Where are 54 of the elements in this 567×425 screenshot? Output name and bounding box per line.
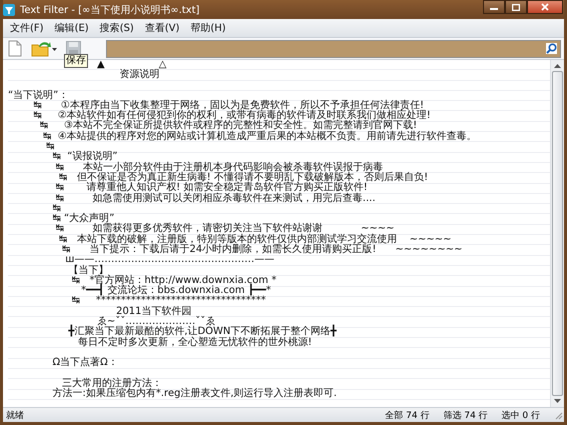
text-line: ↹ 如需获得更多优秀软件，请密切关注当下软件站谢谢 ~~~~ — [54, 224, 394, 234]
maximize-icon — [512, 4, 520, 10]
text-line: ↹ 本站下载的破解，注册版，特别等版本的软件仅供内部测试学习交流使用 ~~~~~ — [58, 234, 452, 245]
maximize-button[interactable] — [505, 0, 527, 14]
text-line: ↹ ********************************** — [70, 296, 266, 306]
text-line: 资源说明 — [118, 70, 160, 80]
text-line: ↹ “大众声明” — [52, 214, 114, 224]
text-line: 三大常用的注册方法： — [62, 378, 162, 389]
text-line: ↹ 但不保证是否为真正新生病毒! 不懂得请不要明乱下载破解版本，否则后果自负! — [58, 172, 428, 183]
text-line: 【当下】 — [67, 266, 108, 276]
text-line: Ω当下点著Ω： — [52, 358, 118, 368]
text-line: *━━┫ 交流论坛：bbs.downxia.com ┣━━* — [80, 286, 272, 296]
text-line: ↹ — [45, 142, 55, 152]
search-field[interactable] — [106, 40, 561, 58]
text-line: ╋汇聚当下最新最酷的软件,让DOWN下不断拓展于整个网络╋ — [67, 327, 337, 338]
filtered-count: 筛选 74 行 — [443, 410, 488, 422]
funnel-icon — [3, 4, 15, 16]
menu-item[interactable]: 文件(F) — [6, 19, 48, 37]
text-line: ▲ △ — [96, 60, 166, 70]
menu-item[interactable]: 编辑(E) — [50, 19, 93, 37]
text-line: ↹ ④本站提供的程序对您的网站或计算机造成严重后果的本站概不负责。用前请先进行软件查毒。 — [42, 132, 477, 142]
text-line: ↹ *官方网站：http://www.downxia.com * — [70, 276, 276, 286]
text-line: ↹ “误报说明” — [52, 152, 118, 162]
text-line: ↹ 本站一小部分软件由于注册机本身代码影响会被杀毒软件误报于病毒 — [54, 162, 384, 173]
window-title: Text Filter - [∞当下使用小说明书∞.txt] — [20, 4, 201, 16]
text-line: ↹ ①本程序由当下收集整理于网络，固以为是免费软件，所以不予承担任何法律责任! — [32, 100, 424, 111]
selected-count: 选中 0 行 — [502, 410, 540, 422]
down-arrow-icon — [554, 399, 561, 403]
new-file-button[interactable] — [6, 38, 24, 58]
text-line: 每日不定时多次更新，全心塑造无忧软件的世外桃源! — [76, 338, 312, 348]
menu-item[interactable]: 搜索(S) — [96, 19, 138, 37]
text-line: ↹ ③本站不完全保证所提供软件或程序的完整性和安全性。如需完整请到官网下载! — [38, 121, 418, 132]
resize-grip-icon — [554, 410, 563, 420]
text-line: ш——…………………………………………—— — [64, 255, 274, 266]
minimize-button[interactable] — [483, 0, 505, 14]
text-line: ↹ 请尊重他人知识产权! 如需安全稳定青岛软件官方购买正版软件! — [54, 183, 368, 194]
text-line: 2011当下软件园 — [116, 306, 192, 317]
text-line: 方法一:如果压缩包内有*.reg注册表文件,则运行导入注册表即可. — [52, 389, 337, 400]
close-icon — [541, 3, 549, 11]
scrollbar-thumb[interactable] — [552, 71, 563, 396]
menu-item[interactable]: 帮助(H) — [186, 19, 230, 37]
menu-item[interactable]: 查看(V) — [140, 19, 184, 37]
status-message: 就绪 — [6, 410, 25, 422]
text-line: ↹ 当下提示：下载后请于24小时内删除，如需长久使用请购买正版! ~~~~~~~~ — [61, 245, 462, 255]
folder-icon — [31, 40, 57, 57]
text-line: ↹ 如急需使用测试可以关闭相应杀毒软件在来测试，用完后查毒.... — [54, 194, 376, 204]
total-count: 全部 74 行 — [385, 410, 430, 422]
close-button[interactable] — [527, 0, 563, 14]
tooltip: 保存 — [64, 54, 88, 68]
text-line: ↹ — [52, 204, 61, 214]
text-line: “当下说明”： — [8, 90, 68, 101]
up-arrow-icon — [554, 64, 561, 68]
vertical-scrollbar[interactable] — [550, 60, 564, 407]
search-icon — [546, 43, 557, 54]
